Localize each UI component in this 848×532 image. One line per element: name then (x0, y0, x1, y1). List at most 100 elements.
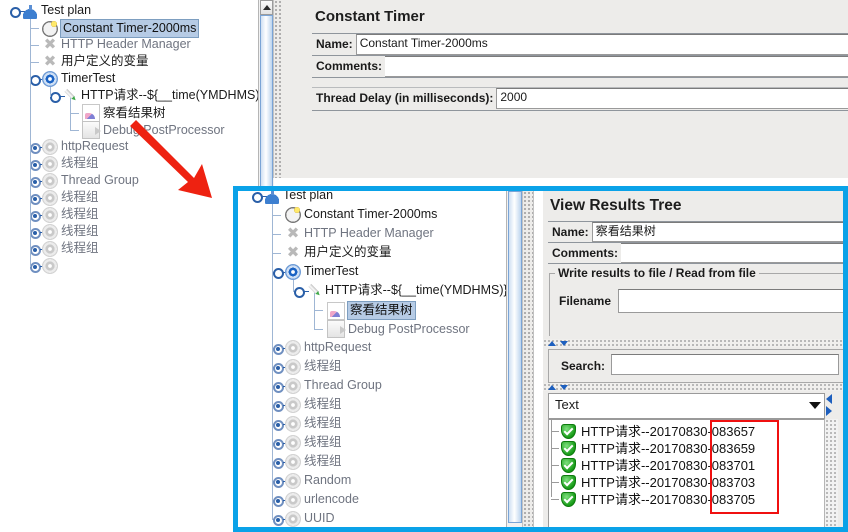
tree-node-label: 用户定义的变量 (304, 245, 392, 260)
panel-divider-2[interactable] (543, 383, 843, 391)
gear-blue-icon (285, 263, 301, 280)
comments-input[interactable] (621, 243, 843, 263)
comments-label: Comments: (316, 59, 383, 73)
tree-node-label: 线程组 (61, 224, 99, 239)
tree-node-label: Thread Group (61, 173, 139, 188)
tree-node-label: 线程组 (304, 454, 342, 469)
name-input[interactable]: 察看结果树 (591, 222, 843, 242)
gear-faint-icon (42, 206, 58, 223)
results-list[interactable]: HTTP请求--20170830-083657 HTTP请求--20170830-… (548, 419, 825, 527)
tree-node[interactable]: httpRequest (285, 339, 506, 356)
thread-delay-input[interactable]: 2000 (496, 88, 848, 109)
gear-faint-icon (285, 358, 301, 375)
tree-handle-dot (32, 213, 37, 218)
tree-node[interactable]: Test plan (22, 2, 258, 19)
divider (312, 77, 848, 78)
collapse-up-icon[interactable] (548, 341, 556, 346)
tree-node[interactable]: ✖ 用户定义的变量 (285, 244, 506, 261)
tree-expand-handle-open[interactable] (10, 7, 21, 18)
tree-expand-handle-open[interactable] (30, 75, 41, 86)
clock-icon (285, 206, 301, 223)
tree-node[interactable]: 线程组 (285, 434, 506, 451)
tree-handle-dot (275, 346, 280, 351)
tree-node-label: Random (304, 473, 352, 488)
success-shield-icon (561, 441, 576, 457)
tree-node-label: urlencode (304, 492, 359, 507)
tree-node-label: 线程组 (304, 416, 342, 431)
tree-node[interactable]: 线程组 (285, 358, 506, 375)
results-hscroll-left-icon[interactable] (826, 394, 832, 404)
result-row[interactable]: HTTP请求--20170830-083659 (549, 440, 824, 457)
tree-node-label: httpRequest (304, 340, 372, 355)
gear-faint-icon (42, 172, 58, 189)
name-input[interactable]: Constant Timer-2000ms (355, 34, 848, 55)
gear-faint-icon (42, 240, 58, 257)
tree-node[interactable]: urlencode (285, 491, 506, 508)
view-type-combo[interactable]: Text (548, 393, 825, 419)
thread-delay-row: Thread Delay (in milliseconds): 2000 (312, 88, 848, 109)
tree-node[interactable]: TimerTest (42, 70, 258, 87)
tree-node[interactable]: 线程组 (42, 240, 258, 257)
tree-expand-handle-open[interactable] (252, 192, 263, 203)
gear-faint-icon (285, 472, 301, 489)
view-results-tree-panel: View Results Tree Name: 察看结果树 Comments: … (543, 191, 843, 527)
search-input[interactable] (611, 354, 839, 375)
tree-handle-dot (32, 230, 37, 235)
tree-node[interactable]: Debug PostProcessor (327, 320, 506, 338)
tree-line (314, 310, 323, 311)
collapse-up-icon[interactable] (548, 385, 556, 390)
panel-title: View Results Tree (550, 197, 682, 214)
comments-input[interactable] (385, 56, 848, 77)
tree-node[interactable]: Random (285, 472, 506, 489)
filename-input[interactable] (618, 289, 843, 313)
tree-handle-dot (275, 384, 280, 389)
tree-node[interactable]: ✖ HTTP Header Manager (42, 36, 258, 53)
tree-node[interactable]: 察看结果树 (327, 301, 506, 320)
gear-faint-icon (285, 491, 301, 508)
tree-node[interactable]: ✖ 用户定义的变量 (42, 53, 258, 70)
collapse-down-icon[interactable] (560, 341, 568, 346)
tree-node[interactable]: ✖ HTTP Header Manager (285, 225, 506, 242)
tree-node[interactable]: 线程组 (42, 223, 258, 240)
tree-node[interactable]: Test plan (264, 191, 506, 204)
divider (548, 263, 843, 264)
tree-node[interactable] (42, 257, 258, 274)
document-icon (327, 320, 346, 338)
tree-node[interactable]: HTTP请求--${__time(YMDHMS)} (306, 282, 506, 299)
result-row[interactable]: HTTP请求--20170830-083657 (549, 423, 824, 440)
tree-node[interactable]: Constant Timer-2000ms (285, 206, 506, 223)
result-row[interactable]: HTTP请求--20170830-083705 (549, 491, 824, 508)
tree-node-label: Thread Group (304, 378, 382, 393)
tree-node[interactable]: UUID (285, 510, 506, 527)
results-hscroll-right-icon[interactable] (826, 406, 832, 416)
tree-node[interactable]: 线程组 (285, 396, 506, 413)
scrollbar-thumb[interactable] (508, 191, 522, 523)
tree-expand-handle-open[interactable] (273, 268, 284, 279)
tree-line (551, 499, 559, 500)
gear-faint-icon (285, 510, 301, 527)
thread-delay-label: Thread Delay (in milliseconds): (316, 91, 494, 105)
test-plan-tree-zoomed[interactable]: Test plan Constant Timer-2000ms ✖ HTTP Head… (238, 191, 506, 527)
result-row[interactable]: HTTP请求--20170830-083701 (549, 457, 824, 474)
zoomed-splitter[interactable] (522, 191, 534, 527)
result-row[interactable]: HTTP请求--20170830-083703 (549, 474, 824, 491)
chevron-down-icon[interactable] (809, 402, 821, 409)
tree-node[interactable]: Constant Timer-2000ms (42, 19, 258, 38)
tree-node[interactable]: 线程组 (285, 415, 506, 432)
results-list-scrollbar[interactable] (824, 419, 838, 527)
tree-node-label: HTTP Header Manager (304, 226, 434, 241)
gear-faint-icon (285, 415, 301, 432)
collapse-down-icon[interactable] (560, 385, 568, 390)
name-label: Name: (552, 225, 589, 239)
tree-handle-dot (275, 403, 280, 408)
tree-node-label: Test plan (41, 3, 92, 18)
tree-node[interactable]: TimerTest (285, 263, 506, 280)
tree-line (70, 113, 79, 114)
zoomed-tree-scrollbar[interactable] (506, 191, 523, 527)
tree-node[interactable]: Thread Group (285, 377, 506, 394)
panel-divider-1[interactable] (543, 339, 843, 347)
scroll-up-arrow-icon[interactable] (260, 0, 273, 15)
tree-node[interactable]: 线程组 (285, 453, 506, 470)
x-icon: ✖ (286, 224, 300, 242)
tree-node[interactable]: HTTP请求--${__time(YMDHMS)} (62, 87, 258, 104)
